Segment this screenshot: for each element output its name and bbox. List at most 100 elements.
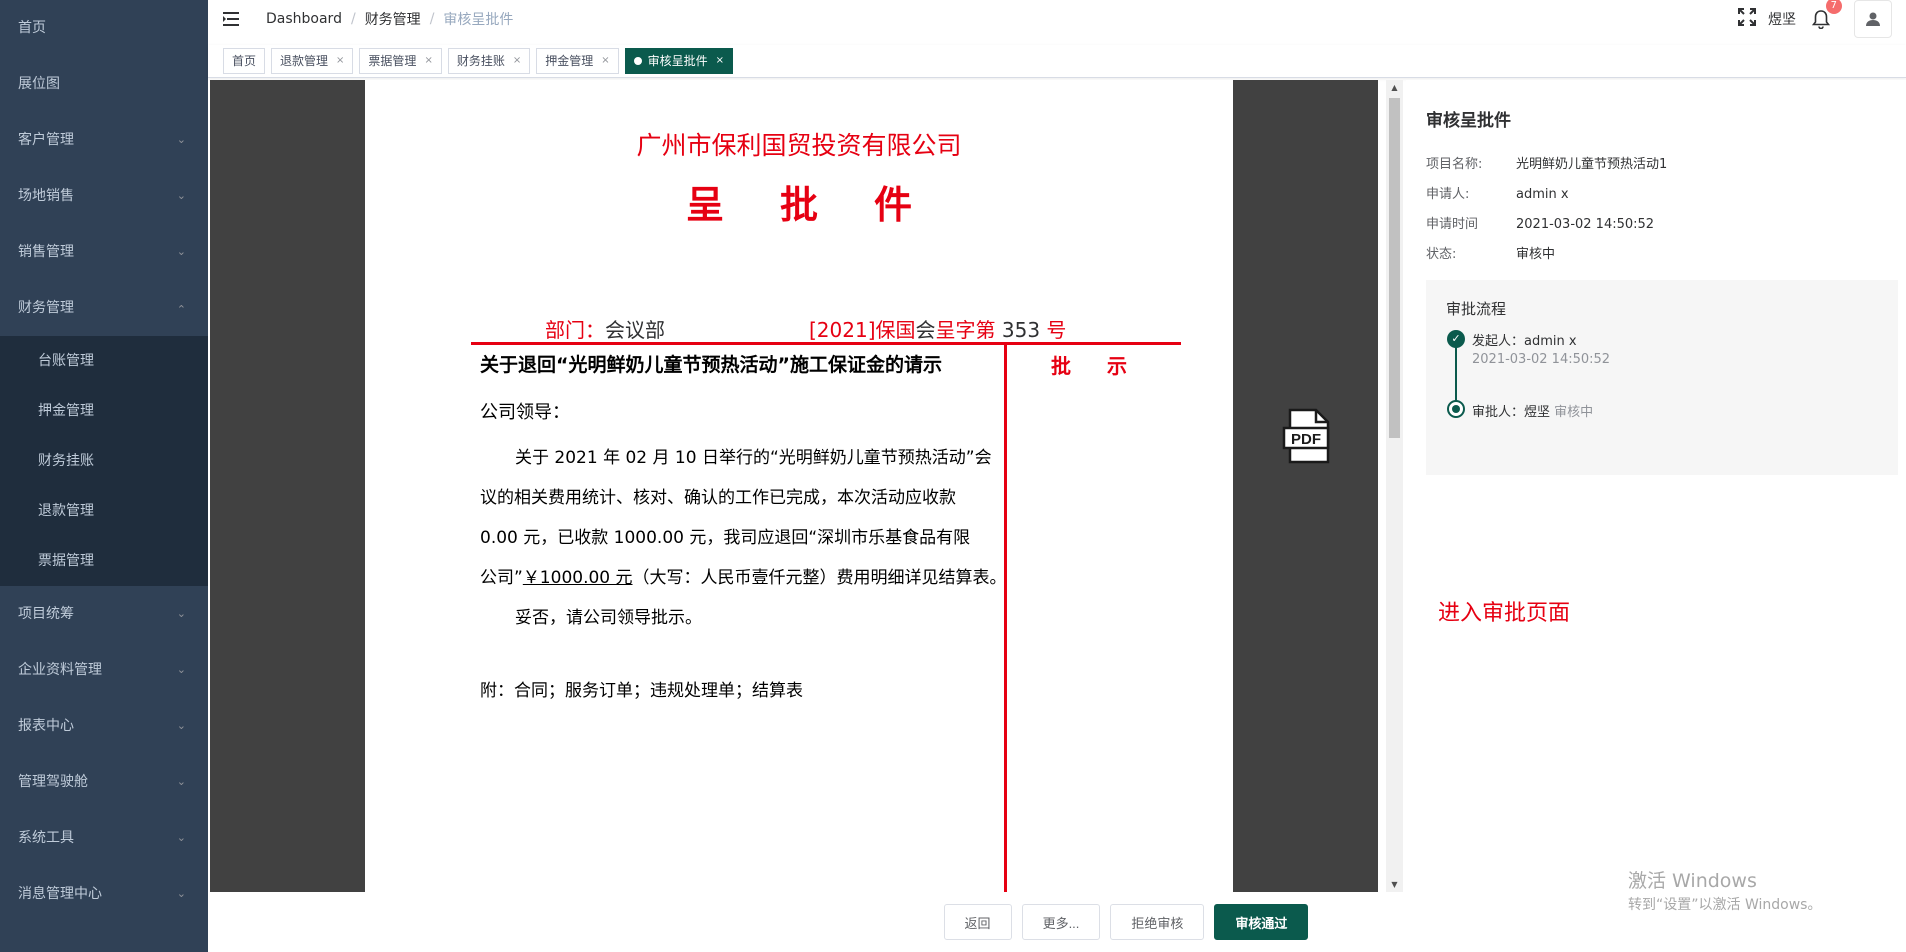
sidebar-item-home[interactable]: 首页 xyxy=(0,0,208,56)
document-scrollbar[interactable]: ▲ ▼ xyxy=(1386,80,1403,892)
flow-connector xyxy=(1455,338,1457,408)
scroll-down-icon[interactable]: ▼ xyxy=(1386,877,1403,892)
info-value: 2021-03-02 14:50:52 xyxy=(1516,217,1655,232)
close-icon[interactable]: × xyxy=(716,49,724,73)
sidebar-item-label: 报表中心 xyxy=(18,718,74,734)
close-icon[interactable]: × xyxy=(513,49,521,73)
sidebar-item-label: 管理驾驶舱 xyxy=(18,774,88,790)
reject-button[interactable]: 拒绝审核 xyxy=(1110,904,1205,940)
sidebar-item-finance[interactable]: 财务管理 ⌃ xyxy=(0,280,208,336)
info-label: 申请时间 xyxy=(1426,217,1479,232)
flow-step-time: 2021-03-02 14:50:52 xyxy=(1472,352,1611,367)
username[interactable]: 煜坚 xyxy=(1768,9,1796,29)
avatar[interactable] xyxy=(1854,0,1892,38)
sidebar-item-label: 系统工具 xyxy=(18,830,74,846)
chevron-down-icon: ⌄ xyxy=(176,831,186,844)
info-value: admin x xyxy=(1516,187,1569,202)
sidebar-item-booth-map[interactable]: 展位图 xyxy=(0,56,208,112)
info-project: 项目名称: 光明鲜奶儿童节预热活动1 xyxy=(1426,153,1667,172)
tab-finance-charge[interactable]: 财务挂账 × xyxy=(447,48,531,74)
document-department: 部门：会议部 xyxy=(545,314,665,343)
breadcrumb-item[interactable]: Dashboard xyxy=(266,11,342,27)
document-number: [2021]保国会呈字第 353 号 xyxy=(809,314,1066,343)
document-divider-horizontal xyxy=(471,342,1181,345)
sidebar-item-finance-charge[interactable]: 财务挂账 xyxy=(0,436,208,486)
sidebar-item-label: 场地销售 xyxy=(18,188,74,204)
docno-suffix: 号 xyxy=(1046,318,1067,342)
review-panel: 审核呈批件 项目名称: 光明鲜奶儿童节预热活动1 申请人: admin x 申请时间… xyxy=(1406,80,1906,913)
document-viewer[interactable]: 广州市保利国贸投资有限公司 呈批件 部门：会议部 [2021]保国会呈字第 35… xyxy=(210,80,1378,892)
sidebar-item-customers[interactable]: 客户管理 ⌄ xyxy=(0,112,208,168)
scrollbar-thumb[interactable] xyxy=(1389,98,1400,438)
body-line: 公司”￥1000.00 元（大写：人民币壹仟元整）费用明细详见结算表。 xyxy=(480,558,1010,598)
flow-step-status: 审核中 xyxy=(1554,405,1594,420)
sidebar-item-messages[interactable]: 消息管理中心 ⌄ xyxy=(0,866,208,922)
scroll-up-icon[interactable]: ▲ xyxy=(1386,80,1403,95)
chevron-down-icon: ⌄ xyxy=(176,775,186,788)
info-label: 状态: xyxy=(1426,247,1457,262)
breadcrumb-item[interactable]: 财务管理 xyxy=(365,9,421,29)
sidebar-item-projects[interactable]: 项目统筹 ⌄ xyxy=(0,586,208,642)
docno-num: 353 xyxy=(995,318,1047,342)
breadcrumb: Dashboard / 财务管理 / 审核呈批件 xyxy=(266,9,513,29)
finance-submenu: 台账管理 押金管理 财务挂账 退款管理 票据管理 xyxy=(0,336,208,586)
amount-text: ￥1000.00 元 xyxy=(522,568,633,588)
sidebar-item-label: 销售管理 xyxy=(18,244,74,260)
approve-button[interactable]: 审核通过 xyxy=(1214,904,1309,940)
body-line: 0.00 元，已收款 1000.00 元，我司应退回“深圳市乐基食品有限 xyxy=(480,528,971,548)
sidebar-item-label: 首页 xyxy=(18,20,46,36)
sidebar-item-label: 企业资料管理 xyxy=(18,662,102,678)
svg-text:PDF: PDF xyxy=(1291,431,1321,448)
docno-org: 保国 xyxy=(875,318,916,342)
notification-badge: 7 xyxy=(1825,0,1842,14)
tab-label: 审核呈批件 xyxy=(647,54,708,68)
hamburger-icon[interactable] xyxy=(208,0,256,38)
bell-icon[interactable]: 7 xyxy=(1810,0,1842,30)
sidebar-item-cockpit[interactable]: 管理驾驶舱 ⌄ xyxy=(0,754,208,810)
back-button[interactable]: 返回 xyxy=(943,904,1012,940)
pdf-icon[interactable]: PDF xyxy=(1280,408,1336,464)
flow-title: 审批流程 xyxy=(1446,300,1507,318)
document-greeting: 公司领导： xyxy=(480,402,570,423)
sidebar-item-sales[interactable]: 销售管理 ⌄ xyxy=(0,224,208,280)
sidebar-item-system-tools[interactable]: 系统工具 ⌄ xyxy=(0,810,208,866)
tab-invoice[interactable]: 票据管理 × xyxy=(359,48,442,74)
chevron-down-icon: ⌄ xyxy=(176,887,186,900)
sidebar-item-company-data[interactable]: 企业资料管理 ⌄ xyxy=(0,642,208,698)
sidebar-item-label: 客户管理 xyxy=(18,132,74,148)
close-icon[interactable]: × xyxy=(336,49,344,73)
close-icon[interactable]: × xyxy=(601,49,609,73)
tab-review-document[interactable]: 审核呈批件 × xyxy=(624,48,734,74)
sidebar-item-reports[interactable]: 报表中心 ⌄ xyxy=(0,698,208,754)
chevron-down-icon: ⌄ xyxy=(176,189,186,202)
user-icon xyxy=(1866,12,1880,26)
sidebar-item-label: 项目统筹 xyxy=(18,606,74,622)
sidebar-item-refund[interactable]: 退款管理 xyxy=(0,486,208,536)
chevron-down-icon: ⌄ xyxy=(176,133,186,146)
action-bar: 返回 更多... 拒绝审核 审核通过 xyxy=(210,892,1906,952)
sidebar-item-invoice[interactable]: 票据管理 xyxy=(0,536,208,586)
tab-home[interactable]: 首页 xyxy=(223,48,266,74)
more-button[interactable]: 更多... xyxy=(1021,904,1101,940)
docno-mid: 会 xyxy=(915,318,936,342)
tab-label: 退款管理 xyxy=(280,54,329,68)
sidebar-item-venue-sales[interactable]: 场地销售 ⌄ xyxy=(0,168,208,224)
current-step-icon xyxy=(1447,400,1465,418)
fullscreen-icon[interactable] xyxy=(1738,8,1756,30)
body-line: 妥否，请公司领导批示。 xyxy=(515,608,702,628)
chevron-down-icon: ⌄ xyxy=(176,245,186,258)
check-icon: ✓ xyxy=(1447,330,1465,348)
close-icon[interactable]: × xyxy=(424,49,432,73)
breadcrumb-item-current: 审核呈批件 xyxy=(443,12,514,28)
sidebar-item-deposit[interactable]: 押金管理 xyxy=(0,386,208,436)
tab-deposit[interactable]: 押金管理 × xyxy=(536,48,619,74)
document-approval-heading: 批示 xyxy=(1051,354,1163,378)
sidebar-item-ledger[interactable]: 台账管理 xyxy=(0,336,208,386)
windows-watermark-title: 激活 Windows xyxy=(1628,870,1757,892)
tab-label: 首页 xyxy=(232,54,257,68)
tab-label: 押金管理 xyxy=(545,54,594,68)
info-value: 审核中 xyxy=(1516,247,1556,262)
tab-refund[interactable]: 退款管理 × xyxy=(271,48,354,74)
chevron-down-icon: ⌄ xyxy=(176,663,186,676)
tab-label: 财务挂账 xyxy=(456,54,505,68)
